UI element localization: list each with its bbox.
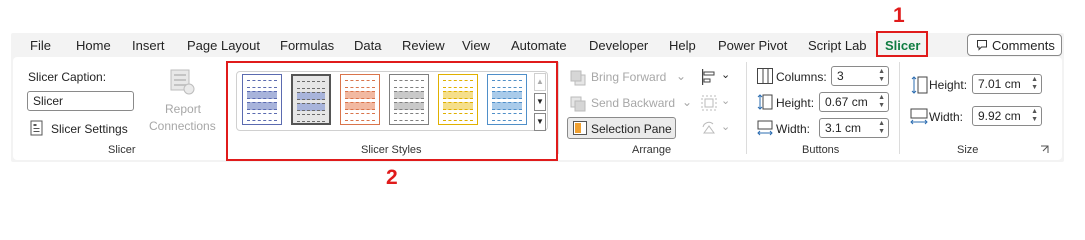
comments-label: Comments [992,38,1055,53]
chevron-down-icon: ⌄ [676,69,687,83]
tab-help[interactable]: Help [669,38,696,53]
spinner-icon[interactable]: ▲ ▼ [1031,108,1038,124]
size-group-label: Size [957,144,979,156]
tab-review[interactable]: Review [402,38,445,53]
slicer-caption-input[interactable]: Slicer [27,91,134,111]
slicer-group-label: Slicer [108,144,136,156]
group-divider [746,62,747,154]
tab-page-layout[interactable]: Page Layout [187,38,260,53]
slicer-settings-label: Slicer Settings [51,122,128,136]
shape-height-label: Height: [929,78,968,92]
annotation-number-1: 1 [893,4,905,27]
arrange-group-label: Arrange [632,144,672,156]
spinner-icon[interactable]: ▲ ▼ [878,120,885,136]
columns-label: Columns: [776,70,827,84]
tab-view[interactable]: View [462,38,490,53]
rotate-icon [701,121,717,137]
spinner-icon[interactable]: ▲ ▼ [1031,76,1038,92]
shape-height-icon [910,76,928,94]
columns-value: 3 [837,69,844,83]
align-icon [701,69,717,85]
bring-forward-icon [570,70,586,86]
comments-button[interactable]: Comments [967,34,1062,56]
size-dialog-launcher-icon[interactable] [1040,145,1049,154]
tab-script-lab[interactable]: Script Lab [808,38,867,53]
shape-width-label: Width: [929,110,964,124]
settings-icon [30,120,44,136]
button-height-input[interactable]: 0.67 cm ▲ ▼ [819,92,889,112]
spinner-icon[interactable]: ▲ ▼ [878,68,885,84]
group-divider [899,62,900,154]
shape-height-input[interactable]: 7.01 cm ▲ ▼ [972,74,1042,94]
align-button[interactable]: ⌄ [701,68,733,86]
chevron-down-icon: ⌄ [721,69,731,81]
button-width-input[interactable]: 3.1 cm ▲ ▼ [819,118,889,138]
annotation-number-2: 2 [386,166,398,189]
report-connections-label-2: Connections [149,119,216,133]
tab-file[interactable]: File [30,38,51,53]
selection-pane-label: Selection Pane [591,122,672,136]
group-button[interactable]: ⌄ [701,94,733,112]
shape-height-value: 7.01 cm [978,77,1021,91]
button-height-value: 0.67 cm [825,95,868,109]
chevron-down-icon: ⌄ [721,121,731,133]
send-backward-button[interactable]: Send Backward ⌄ [570,95,692,113]
chevron-down-icon: ⌄ [682,95,693,109]
shape-width-icon [910,108,928,126]
slicer-caption-label: Slicer Caption: [28,70,107,84]
report-connections-icon [168,68,196,96]
tab-home[interactable]: Home [76,38,111,53]
button-width-icon [757,120,773,136]
bring-forward-label: Bring Forward [591,70,667,84]
bring-forward-button[interactable]: Bring Forward ⌄ [570,69,688,87]
comment-icon [976,39,988,51]
columns-input[interactable]: 3 ▲ ▼ [831,66,889,86]
spinner-icon[interactable]: ▲ ▼ [878,94,885,110]
tab-automate[interactable]: Automate [511,38,567,53]
button-width-label: Width: [776,122,811,136]
group-divider [558,62,559,154]
buttons-group-label: Buttons [802,144,840,156]
chevron-down-icon: ⌄ [721,95,731,107]
send-backward-label: Send Backward [591,96,676,110]
tab-insert[interactable]: Insert [132,38,165,53]
shape-width-input[interactable]: 9.92 cm ▲ ▼ [972,106,1042,126]
send-backward-icon [570,96,586,112]
slicer-settings-button[interactable]: Slicer Settings [30,119,140,139]
report-connections-label-1: Report [165,102,202,116]
shape-width-value: 9.92 cm [978,109,1021,123]
tab-developer[interactable]: Developer [589,38,648,53]
button-width-value: 3.1 cm [825,121,862,135]
selection-pane-icon [573,121,587,135]
button-height-icon [757,94,773,110]
annotation-box-tab [876,31,928,57]
rotate-button[interactable]: ⌄ [701,120,733,138]
tab-formulas[interactable]: Formulas [280,38,334,53]
group-objects-icon [701,95,717,111]
tab-power-pivot[interactable]: Power Pivot [718,38,787,53]
tab-data[interactable]: Data [354,38,381,53]
button-height-label: Height: [776,96,815,110]
selection-pane-button[interactable]: Selection Pane [567,117,676,139]
annotation-box-styles [226,61,558,161]
report-connections-button[interactable]: Report Connections [146,66,220,136]
columns-icon [757,68,773,84]
